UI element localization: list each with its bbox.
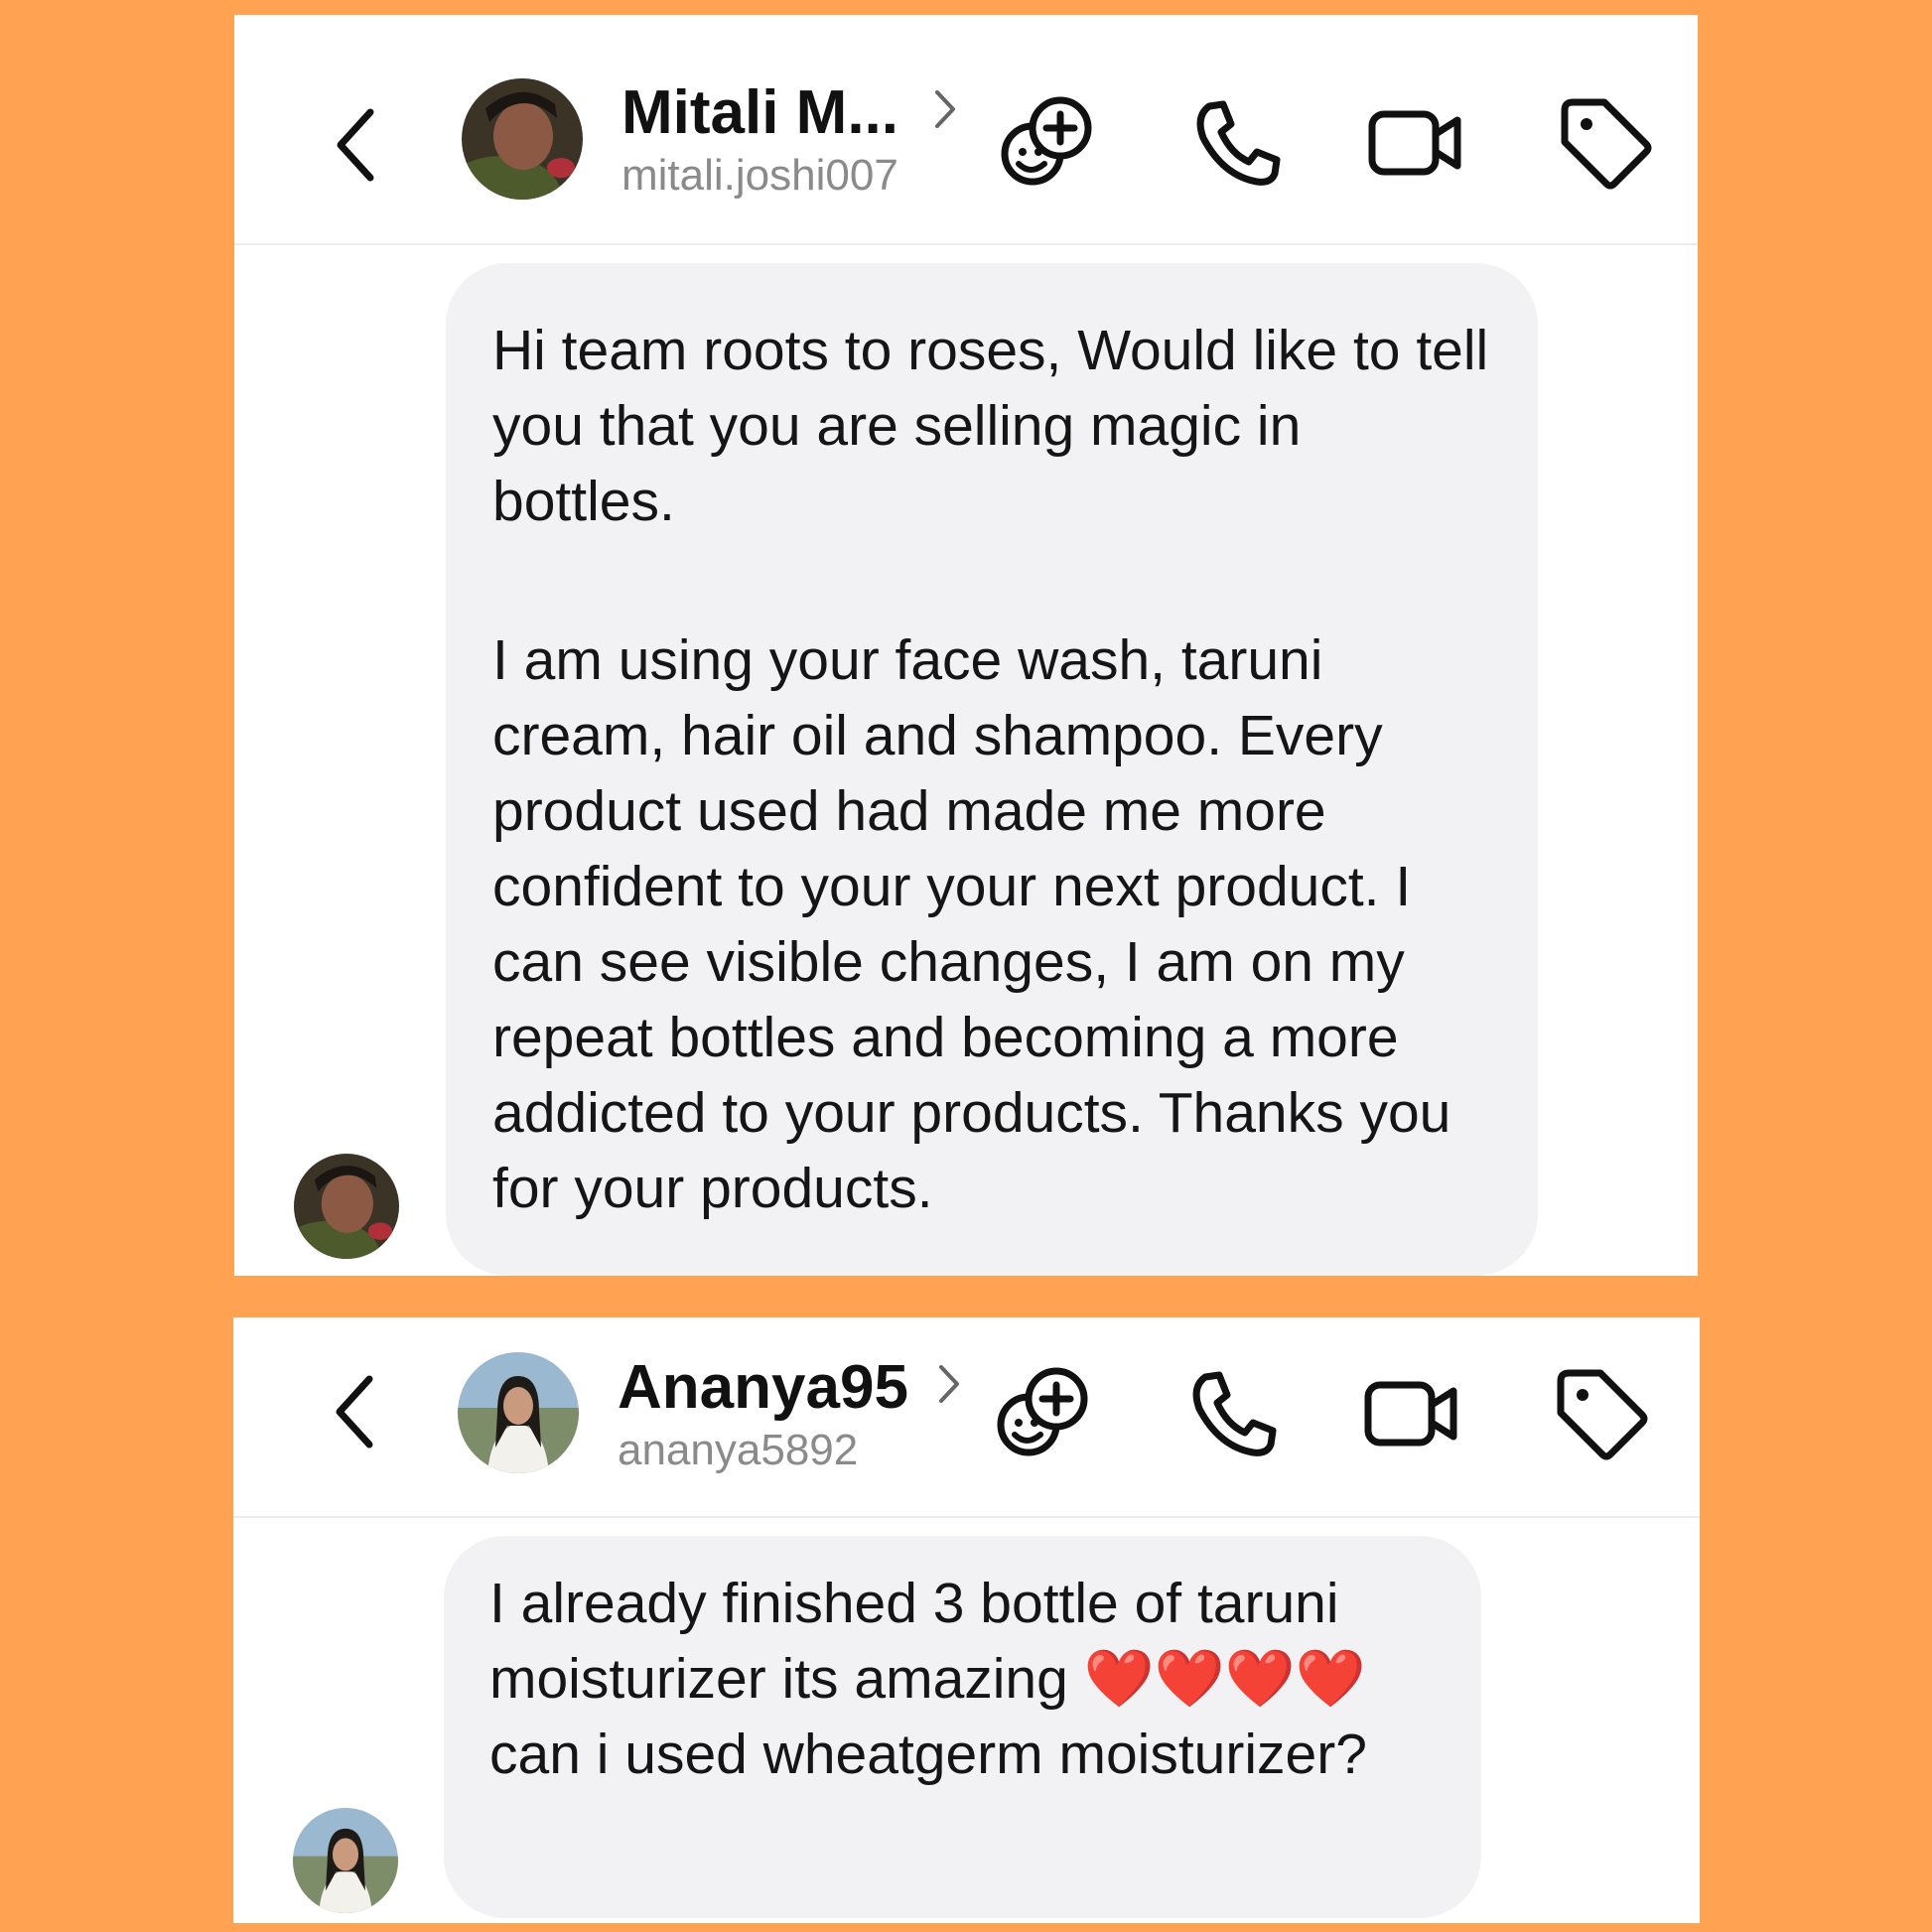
chevron-right-icon[interactable]	[929, 84, 959, 134]
message-paragraph: Hi team roots to roses, Would like to te…	[492, 319, 1489, 533]
chevron-right-icon[interactable]	[933, 1359, 963, 1409]
message-paragraph: I am using your face wash, taruni cream,…	[492, 628, 1451, 1220]
sticker-add-icon[interactable]	[995, 1363, 1094, 1462]
contact-handle: ananya5892	[618, 1426, 859, 1474]
message-bubble[interactable]: I already finished 3 bottle of taruni mo…	[444, 1536, 1481, 1918]
back-icon[interactable]	[328, 1367, 387, 1456]
tag-icon[interactable]	[1555, 92, 1654, 192]
chat-header: Ananya95 ananya5892	[233, 1317, 1700, 1518]
conversation-panel-1: Mitali M... mitali.joshi007 Hi team root…	[234, 15, 1698, 1276]
hearts-emoji: ❤️❤️❤️❤️	[1083, 1646, 1366, 1712]
sticker-add-icon[interactable]	[999, 92, 1098, 192]
message-bubble[interactable]: Hi team roots to roses, Would like to te…	[446, 263, 1538, 1276]
contact-handle: mitali.joshi007	[621, 151, 898, 200]
sender-avatar[interactable]	[293, 1808, 398, 1913]
video-icon[interactable]	[1366, 92, 1465, 192]
message-text: I already finished 3 bottle of taruni mo…	[489, 1566, 1434, 1792]
phone-icon[interactable]	[1187, 92, 1287, 192]
contact-name[interactable]: Ananya95	[618, 1357, 908, 1419]
sender-avatar[interactable]	[294, 1154, 399, 1259]
avatar[interactable]	[462, 78, 583, 200]
conversation-panel-2: Ananya95 ananya5892 I already finished 3…	[233, 1317, 1700, 1923]
phone-icon[interactable]	[1183, 1363, 1283, 1462]
video-icon[interactable]	[1362, 1363, 1461, 1462]
tag-icon[interactable]	[1551, 1363, 1650, 1462]
avatar[interactable]	[458, 1352, 579, 1473]
message-text-after: can i used wheatgerm moisturizer?	[489, 1723, 1367, 1786]
chat-header: Mitali M... mitali.joshi007	[234, 15, 1698, 245]
contact-name[interactable]: Mitali M...	[621, 82, 898, 144]
back-icon[interactable]	[329, 100, 388, 190]
